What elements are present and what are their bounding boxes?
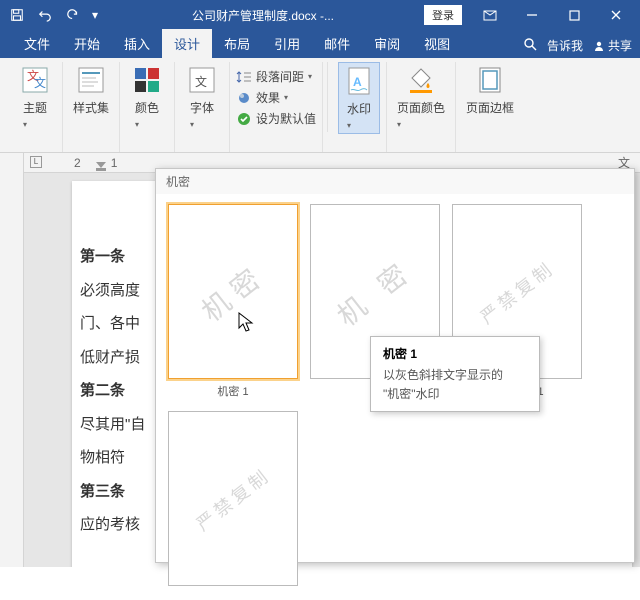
page-border-icon [474, 64, 506, 96]
quick-access-toolbar: ▾ [4, 3, 102, 27]
page-color-button[interactable]: 页面颜色▾ [393, 62, 449, 132]
close-icon[interactable] [596, 1, 636, 29]
maximize-icon[interactable] [554, 1, 594, 29]
fonts-button[interactable]: 文 字体▾ [181, 62, 223, 132]
page-color-icon [405, 64, 437, 96]
ribbon-options-icon[interactable] [470, 1, 510, 29]
colors-button[interactable]: 颜色▾ [126, 62, 168, 132]
set-default-button[interactable]: 设为默认值 [236, 108, 316, 129]
qat-customize-icon[interactable]: ▾ [88, 3, 102, 27]
svg-text:文: 文 [195, 74, 207, 89]
tooltip: 机密 1 以灰色斜排文字显示的"机密"水印 [370, 336, 540, 412]
gallery-header: 机密 [156, 169, 634, 194]
tab-home[interactable]: 开始 [62, 29, 112, 58]
vertical-ruler[interactable] [0, 153, 24, 567]
watermark-option[interactable]: 机密 机密 1 [168, 204, 298, 399]
themes-button[interactable]: 文文 主题▾ [14, 62, 56, 132]
tell-me[interactable]: 告诉我 [547, 37, 583, 54]
paragraph-spacing-button[interactable]: 段落间距 ▾ [236, 66, 312, 87]
tab-view[interactable]: 视图 [412, 29, 462, 58]
para-spacing-icon [236, 69, 252, 85]
style-set-button[interactable]: 样式集 [69, 62, 113, 118]
minimize-icon[interactable] [512, 1, 552, 29]
save-icon[interactable] [4, 3, 30, 27]
watermark-button[interactable]: A 水印▾ [338, 62, 380, 134]
svg-text:A: A [353, 75, 362, 89]
tooltip-title: 机密 1 [383, 345, 527, 362]
undo-icon[interactable] [32, 3, 58, 27]
fonts-icon: 文 [186, 64, 218, 96]
tab-layout[interactable]: 布局 [212, 29, 262, 58]
title-right: 登录 [424, 1, 636, 29]
tab-design[interactable]: 设计 [162, 29, 212, 58]
watermark-caption: 机密 1 [217, 383, 248, 399]
tab-review[interactable]: 审阅 [362, 29, 412, 58]
search-icon[interactable] [523, 37, 537, 54]
tab-file[interactable]: 文件 [12, 29, 62, 58]
watermark-icon: A [343, 65, 375, 97]
document-title: 公司财产管理制度.docx -... [102, 7, 424, 24]
tab-mail[interactable]: 邮件 [312, 29, 362, 58]
login-button[interactable]: 登录 [424, 5, 462, 25]
tooltip-body: 以灰色斜排文字显示的"机密"水印 [383, 366, 527, 403]
colors-icon [131, 64, 163, 96]
share-button[interactable]: 共享 [593, 37, 632, 54]
checkmark-icon [236, 111, 252, 127]
page-border-button[interactable]: 页面边框 [462, 62, 518, 118]
effects-button[interactable]: 效果 ▾ [236, 87, 288, 108]
tab-references[interactable]: 引用 [262, 29, 312, 58]
style-set-icon [75, 64, 107, 96]
watermark-option[interactable]: 严禁复制 [168, 411, 298, 590]
ribbon: 文文 主题▾ 样式集 颜色▾ 文 字体▾ 段落间距 ▾ 效果 ▾ 设为默认值 A… [0, 58, 640, 153]
title-bar: ▾ 公司财产管理制度.docx -... 登录 [0, 0, 640, 30]
indent-marker-icon[interactable] [96, 161, 106, 169]
tab-insert[interactable]: 插入 [112, 29, 162, 58]
svg-text:文: 文 [34, 75, 46, 90]
themes-icon: 文文 [19, 64, 51, 96]
effects-icon [236, 90, 252, 106]
ribbon-tabs: 文件 开始 插入 设计 布局 引用 邮件 审阅 视图 告诉我 共享 [0, 30, 640, 58]
redo-icon[interactable] [60, 3, 86, 27]
